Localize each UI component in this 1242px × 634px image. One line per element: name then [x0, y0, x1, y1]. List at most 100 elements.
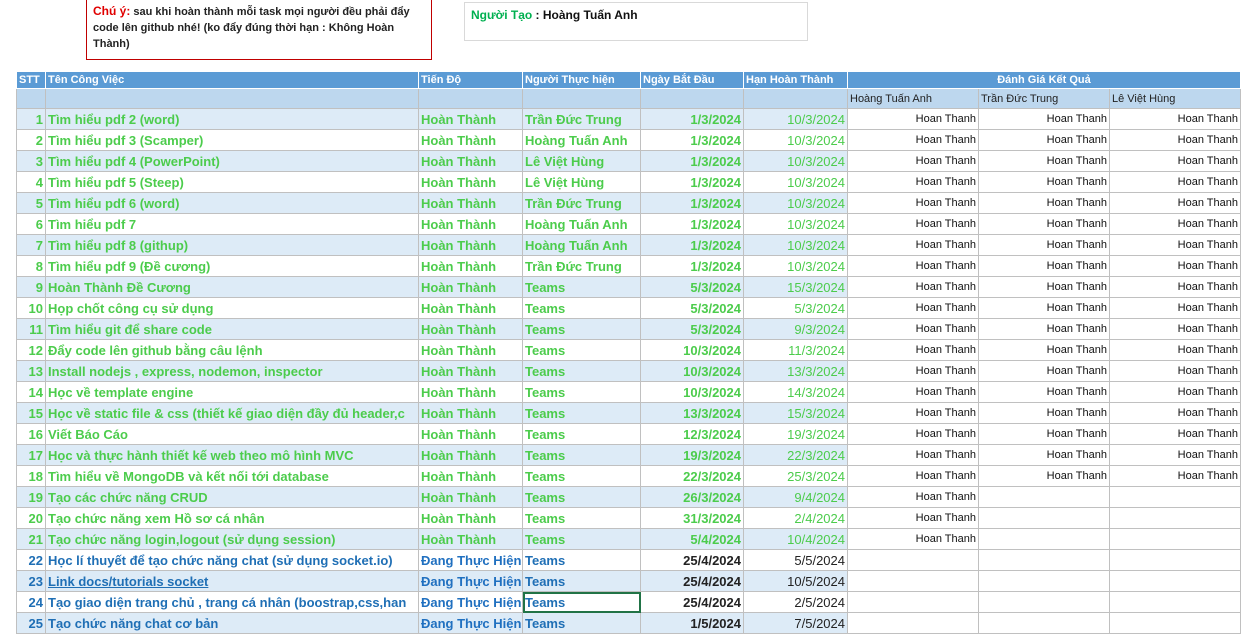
- cell-eval[interactable]: Hoan Thanh: [978, 423, 1110, 445]
- cell-progress[interactable]: Hoàn Thành: [418, 129, 523, 151]
- cell-eval[interactable]: Hoan Thanh: [978, 444, 1110, 466]
- cell-progress[interactable]: Hoàn Thành: [418, 192, 523, 214]
- cell-start-date[interactable]: 10/3/2024: [640, 339, 744, 361]
- cell-due-date[interactable]: 15/3/2024: [743, 402, 848, 424]
- cell-due-date[interactable]: 22/3/2024: [743, 444, 848, 466]
- cell-eval[interactable]: Hoan Thanh: [847, 171, 979, 193]
- cell-due-date[interactable]: 9/4/2024: [743, 486, 848, 508]
- cell-eval[interactable]: Hoan Thanh: [847, 318, 979, 340]
- subheader-empty-cell[interactable]: [418, 88, 523, 109]
- cell-stt[interactable]: 8: [16, 255, 46, 277]
- cell-eval[interactable]: [978, 549, 1110, 571]
- cell-eval[interactable]: Hoan Thanh: [847, 465, 979, 487]
- cell-assignee[interactable]: Teams: [522, 465, 641, 487]
- cell-task[interactable]: Tìm hiểu về MongoDB và kết nối tới datab…: [45, 465, 419, 487]
- cell-due-date[interactable]: 11/3/2024: [743, 339, 848, 361]
- cell-eval[interactable]: Hoan Thanh: [847, 528, 979, 550]
- cell-start-date[interactable]: 5/3/2024: [640, 297, 744, 319]
- cell-eval[interactable]: [1109, 612, 1241, 634]
- cell-stt[interactable]: 23: [16, 570, 46, 592]
- cell-progress[interactable]: Hoàn Thành: [418, 255, 523, 277]
- cell-eval[interactable]: Hoan Thanh: [978, 381, 1110, 403]
- cell-stt[interactable]: 25: [16, 612, 46, 634]
- note-box[interactable]: Chú ý: sau khi hoàn thành mỗi task mọi n…: [86, 0, 432, 60]
- cell-eval[interactable]: Hoan Thanh: [1109, 255, 1241, 277]
- cell-eval[interactable]: Hoan Thanh: [847, 255, 979, 277]
- cell-assignee[interactable]: Hoàng Tuấn Anh: [522, 129, 641, 151]
- cell-stt[interactable]: 2: [16, 129, 46, 151]
- cell-progress[interactable]: Hoàn Thành: [418, 486, 523, 508]
- cell-assignee[interactable]: Teams: [522, 381, 641, 403]
- cell-due-date[interactable]: 10/4/2024: [743, 528, 848, 550]
- cell-due-date[interactable]: 10/3/2024: [743, 213, 848, 235]
- cell-stt[interactable]: 10: [16, 297, 46, 319]
- cell-stt[interactable]: 4: [16, 171, 46, 193]
- cell-eval[interactable]: Hoan Thanh: [1109, 423, 1241, 445]
- cell-task[interactable]: Tìm hiểu pdf 3 (Scamper): [45, 129, 419, 151]
- cell-progress[interactable]: Hoàn Thành: [418, 297, 523, 319]
- cell-start-date[interactable]: 5/3/2024: [640, 318, 744, 340]
- cell-eval[interactable]: Hoan Thanh: [978, 171, 1110, 193]
- cell-eval[interactable]: [978, 507, 1110, 529]
- cell-assignee[interactable]: Teams: [522, 318, 641, 340]
- cell-start-date[interactable]: 31/3/2024: [640, 507, 744, 529]
- cell-assignee[interactable]: Teams: [522, 591, 641, 613]
- cell-start-date[interactable]: 22/3/2024: [640, 465, 744, 487]
- cell-start-date[interactable]: 1/5/2024: [640, 612, 744, 634]
- cell-eval[interactable]: [978, 528, 1110, 550]
- cell-task[interactable]: Tìm hiểu pdf 4 (PowerPoint): [45, 150, 419, 172]
- author-cell[interactable]: Người Tạo : Hoàng Tuấn Anh: [464, 2, 808, 41]
- cell-assignee[interactable]: Teams: [522, 423, 641, 445]
- cell-eval[interactable]: Hoan Thanh: [847, 297, 979, 319]
- cell-due-date[interactable]: 2/5/2024: [743, 591, 848, 613]
- cell-eval[interactable]: Hoan Thanh: [847, 402, 979, 424]
- cell-progress[interactable]: Đang Thực Hiện: [418, 612, 523, 634]
- cell-start-date[interactable]: 5/3/2024: [640, 276, 744, 298]
- cell-eval[interactable]: Hoan Thanh: [847, 444, 979, 466]
- cell-task[interactable]: Tìm hiểu pdf 6 (word): [45, 192, 419, 214]
- cell-assignee[interactable]: Teams: [522, 402, 641, 424]
- cell-eval[interactable]: Hoan Thanh: [1109, 339, 1241, 361]
- cell-assignee[interactable]: Teams: [522, 549, 641, 571]
- cell-eval[interactable]: Hoan Thanh: [1109, 402, 1241, 424]
- cell-eval[interactable]: Hoan Thanh: [847, 381, 979, 403]
- cell-eval[interactable]: Hoan Thanh: [847, 507, 979, 529]
- cell-stt[interactable]: 14: [16, 381, 46, 403]
- cell-due-date[interactable]: 13/3/2024: [743, 360, 848, 382]
- cell-progress[interactable]: Hoàn Thành: [418, 381, 523, 403]
- cell-progress[interactable]: Hoàn Thành: [418, 318, 523, 340]
- cell-start-date[interactable]: 1/3/2024: [640, 171, 744, 193]
- cell-progress[interactable]: Hoàn Thành: [418, 213, 523, 235]
- cell-start-date[interactable]: 10/3/2024: [640, 360, 744, 382]
- cell-task[interactable]: Tạo chức năng xem Hồ sơ cá nhân: [45, 507, 419, 529]
- cell-eval[interactable]: Hoan Thanh: [978, 276, 1110, 298]
- cell-due-date[interactable]: 14/3/2024: [743, 381, 848, 403]
- cell-start-date[interactable]: 19/3/2024: [640, 444, 744, 466]
- cell-progress[interactable]: Hoàn Thành: [418, 423, 523, 445]
- cell-assignee[interactable]: Teams: [522, 486, 641, 508]
- cell-assignee[interactable]: Teams: [522, 528, 641, 550]
- cell-eval[interactable]: Hoan Thanh: [978, 318, 1110, 340]
- cell-task[interactable]: Học về static file & css (thiết kế giao …: [45, 402, 419, 424]
- cell-eval[interactable]: Hoan Thanh: [1109, 297, 1241, 319]
- cell-due-date[interactable]: 9/3/2024: [743, 318, 848, 340]
- cell-due-date[interactable]: 10/3/2024: [743, 150, 848, 172]
- cell-due-date[interactable]: 7/5/2024: [743, 612, 848, 634]
- cell-start-date[interactable]: 13/3/2024: [640, 402, 744, 424]
- cell-eval[interactable]: [847, 549, 979, 571]
- cell-stt[interactable]: 20: [16, 507, 46, 529]
- cell-eval[interactable]: [978, 486, 1110, 508]
- cell-eval[interactable]: Hoan Thanh: [847, 423, 979, 445]
- cell-start-date[interactable]: 1/3/2024: [640, 213, 744, 235]
- cell-eval[interactable]: [978, 612, 1110, 634]
- cell-eval[interactable]: Hoan Thanh: [978, 234, 1110, 256]
- cell-assignee[interactable]: Teams: [522, 276, 641, 298]
- cell-assignee[interactable]: Hoàng Tuấn Anh: [522, 234, 641, 256]
- cell-task[interactable]: Tạo các chức năng CRUD: [45, 486, 419, 508]
- cell-eval[interactable]: Hoan Thanh: [1109, 360, 1241, 382]
- cell-progress[interactable]: Hoàn Thành: [418, 444, 523, 466]
- cell-stt[interactable]: 21: [16, 528, 46, 550]
- cell-eval[interactable]: [1109, 570, 1241, 592]
- cell-due-date[interactable]: 5/5/2024: [743, 549, 848, 571]
- cell-stt[interactable]: 5: [16, 192, 46, 214]
